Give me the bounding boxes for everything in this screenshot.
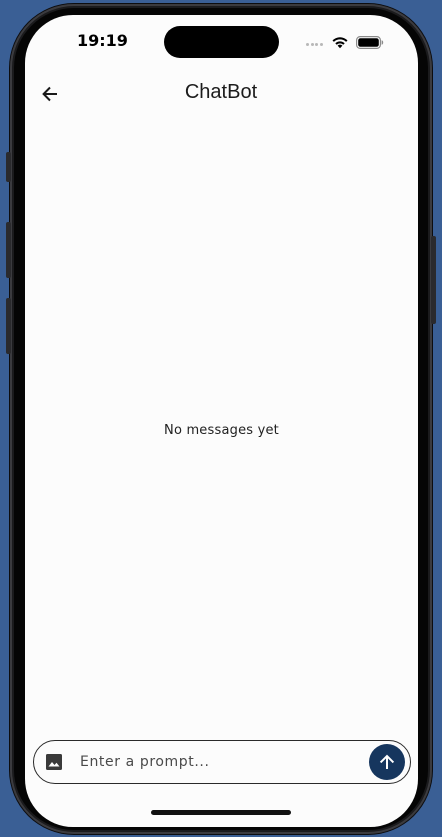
- status-time: 19:19: [77, 31, 128, 50]
- wifi-icon: [332, 37, 348, 49]
- volume-down-button: [6, 298, 11, 354]
- signal-dots-icon: [306, 43, 326, 47]
- arrow-up-icon: [379, 754, 395, 769]
- home-indicator[interactable]: [151, 810, 291, 815]
- image-icon: [46, 754, 62, 770]
- battery-icon: [356, 36, 384, 49]
- page-title: ChatBot: [184, 81, 258, 103]
- back-button[interactable]: [35, 79, 65, 109]
- empty-messages-text: No messages yet: [164, 423, 279, 438]
- send-button[interactable]: [369, 744, 405, 780]
- status-bar: 19:19: [25, 15, 418, 69]
- volume-up-button: [6, 222, 11, 278]
- prompt-input[interactable]: [80, 749, 360, 775]
- dynamic-island: [164, 26, 279, 58]
- arrow-left-icon: [42, 86, 57, 102]
- attach-image-button[interactable]: [44, 752, 64, 772]
- app-bar: ChatBot: [25, 71, 418, 115]
- power-button: [431, 236, 436, 324]
- silent-switch: [6, 152, 11, 182]
- device-screen: 19:19 ChatBot No messages yet: [25, 15, 418, 827]
- prompt-composer: [33, 740, 411, 784]
